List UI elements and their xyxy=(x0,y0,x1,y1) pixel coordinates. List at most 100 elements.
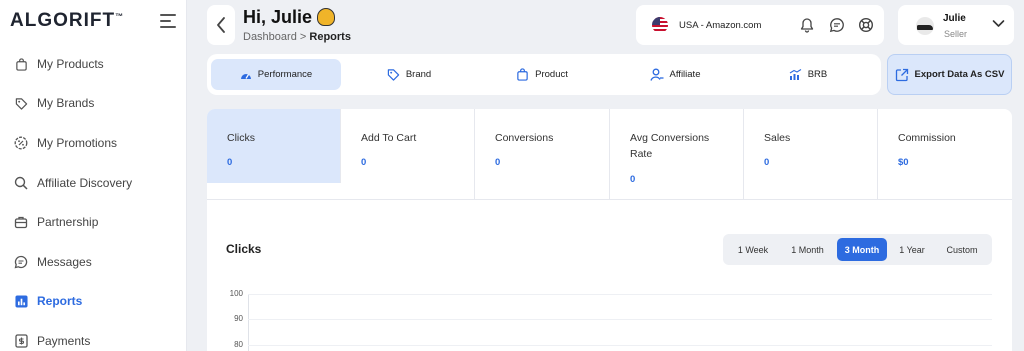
sidebar-item-label: Partnership xyxy=(37,215,99,229)
gridline xyxy=(248,294,992,295)
sidebar-item-affiliate-discovery[interactable]: Affiliate Discovery xyxy=(0,169,187,197)
user-name: Julie xyxy=(943,13,966,24)
greeting-text: Hi, Julie xyxy=(243,7,313,27)
logo-trademark: ™ xyxy=(115,12,125,21)
breadcrumb: Dashboard > Reports xyxy=(243,31,351,43)
tab-label: Performance xyxy=(257,69,313,80)
briefcase-icon xyxy=(14,215,28,229)
chat-icon xyxy=(14,255,28,269)
stat-label: Clicks xyxy=(227,132,255,144)
tag-icon xyxy=(387,68,400,81)
help-lifebuoy-icon[interactable] xyxy=(858,17,874,33)
stat-value: 0 xyxy=(227,157,233,168)
sidebar-item-messages[interactable]: Messages xyxy=(0,248,187,276)
tab-label: Brand xyxy=(405,69,432,80)
chart-icon xyxy=(789,68,802,81)
avatar xyxy=(916,17,934,35)
stats-row: Clicks 0 Add To Cart 0 Conversions 0 Avg… xyxy=(207,109,1012,199)
range-1-month[interactable]: 1 Month xyxy=(781,238,834,261)
tag-icon xyxy=(14,96,28,110)
stat-label: Commission xyxy=(898,132,956,144)
page-greeting: Hi, Julie xyxy=(243,7,336,28)
stat-label: Conversions xyxy=(495,132,554,144)
tab-label: Affiliate xyxy=(669,69,701,80)
stat-card-commission[interactable]: Commission $0 xyxy=(878,109,1012,199)
y-tick-label: 100 xyxy=(229,289,243,298)
y-axis xyxy=(248,294,249,351)
sidebar-item-my-products[interactable]: My Products xyxy=(0,50,187,78)
stat-value: 0 xyxy=(630,174,636,185)
report-tabs: Performance Brand Product Affiliate BRB xyxy=(207,54,881,95)
breadcrumb-current: Reports xyxy=(309,31,351,43)
chevron-down-icon xyxy=(992,20,1005,27)
chart-panel: Clicks 1 Week 1 Month 3 Month 1 Year Cus… xyxy=(207,199,1012,351)
export-icon xyxy=(895,68,909,82)
range-1-week[interactable]: 1 Week xyxy=(729,238,777,261)
stat-card-avg-conversions-rate[interactable]: Avg Conversions Rate 0 xyxy=(610,109,744,199)
app-logo[interactable]: ALGORIFT™ xyxy=(10,10,124,32)
back-button[interactable] xyxy=(207,5,235,45)
waving-hand-icon xyxy=(317,8,336,26)
gridline xyxy=(248,345,992,346)
stat-card-conversions[interactable]: Conversions 0 xyxy=(475,109,610,199)
tab-affiliate[interactable]: Affiliate xyxy=(610,59,740,90)
stat-label: Add To Cart xyxy=(361,132,417,144)
stat-card-sales[interactable]: Sales 0 xyxy=(744,109,878,199)
payments-icon xyxy=(14,334,28,348)
sidebar-item-label: Messages xyxy=(37,255,92,269)
promotion-icon xyxy=(14,136,28,150)
sidebar-item-label: Payments xyxy=(37,334,91,348)
export-label: Export Data As CSV xyxy=(914,69,1005,80)
tab-label: BRB xyxy=(807,69,828,80)
stat-value: 0 xyxy=(764,157,770,168)
sidebar-item-partnership[interactable]: Partnership xyxy=(0,208,187,236)
usa-flag-icon xyxy=(652,17,668,33)
range-custom[interactable]: Custom xyxy=(937,238,987,261)
chart-title: Clicks xyxy=(226,242,262,256)
tab-brb[interactable]: BRB xyxy=(743,59,873,90)
sidebar-item-label: My Products xyxy=(37,57,104,71)
store-label: USA - Amazon.com xyxy=(679,19,762,31)
tab-performance[interactable]: Performance xyxy=(211,59,341,90)
tab-brand[interactable]: Brand xyxy=(344,59,474,90)
bag-icon xyxy=(14,57,28,71)
stat-value: 0 xyxy=(495,157,501,168)
reports-icon xyxy=(14,294,28,308)
menu-toggle-icon[interactable] xyxy=(160,14,176,28)
stat-value: $0 xyxy=(898,157,909,168)
bell-icon[interactable] xyxy=(799,17,815,33)
bag-icon xyxy=(516,68,529,81)
range-3-month[interactable]: 3 Month xyxy=(837,238,887,261)
sidebar-item-label: Reports xyxy=(37,294,83,308)
messages-icon[interactable] xyxy=(829,17,845,33)
time-range-selector: 1 Week 1 Month 3 Month 1 Year Custom xyxy=(723,234,992,265)
stat-card-clicks[interactable]: Clicks 0 xyxy=(207,109,341,183)
stat-card-add-to-cart[interactable]: Add To Cart 0 xyxy=(341,109,475,199)
user-role: Seller xyxy=(944,29,968,39)
breadcrumb-separator: > xyxy=(299,31,307,43)
gridline xyxy=(248,319,992,320)
stat-label: Sales xyxy=(764,132,791,144)
gauge-icon xyxy=(240,70,252,80)
sidebar-item-label: My Brands xyxy=(37,96,95,110)
chevron-left-icon xyxy=(217,17,225,33)
sidebar: ALGORIFT™ My Products My Brands My Promo… xyxy=(0,0,187,351)
y-tick-label: 90 xyxy=(234,314,243,323)
logo-text: ALGORIFT xyxy=(10,10,116,31)
user-menu[interactable]: Julie Seller xyxy=(898,5,1014,45)
sidebar-item-my-brands[interactable]: My Brands xyxy=(0,89,187,117)
search-icon xyxy=(14,176,28,190)
stat-label: Avg Conversions Rate xyxy=(630,132,710,160)
export-csv-button[interactable]: Export Data As CSV xyxy=(887,54,1012,95)
sidebar-item-payments[interactable]: Payments xyxy=(0,327,187,351)
tab-label: Product xyxy=(535,69,568,80)
sidebar-item-reports[interactable]: Reports xyxy=(0,287,187,315)
store-selector[interactable]: USA - Amazon.com xyxy=(636,5,884,45)
range-1-year[interactable]: 1 Year xyxy=(890,238,934,261)
sidebar-item-label: My Promotions xyxy=(37,136,118,150)
sidebar-item-label: Affiliate Discovery xyxy=(37,176,133,190)
y-tick-label: 80 xyxy=(234,340,243,349)
sidebar-item-my-promotions[interactable]: My Promotions xyxy=(0,129,187,157)
tab-product[interactable]: Product xyxy=(477,59,607,90)
breadcrumb-dashboard[interactable]: Dashboard xyxy=(243,31,297,43)
